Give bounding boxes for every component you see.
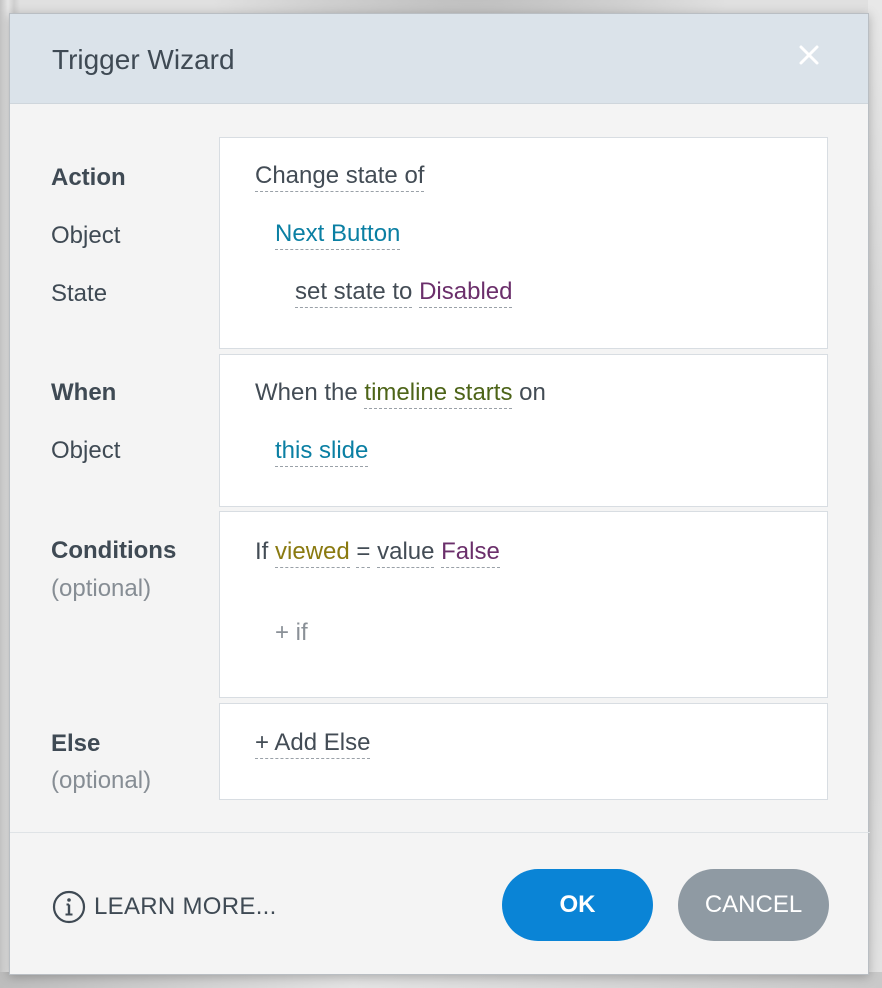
else-label: Else — [51, 730, 101, 757]
value-type-selector[interactable]: value — [377, 538, 435, 568]
action-selector[interactable]: Change state of — [255, 162, 425, 192]
background-edge-right — [868, 0, 882, 988]
when-object-selector[interactable]: this slide — [275, 437, 369, 467]
info-icon — [52, 890, 86, 924]
trigger-wizard-dialog: Trigger Wizard Action Object State Chang… — [9, 13, 870, 975]
when-object-label: Object — [51, 437, 121, 464]
when-box: When the timeline starts on this slide — [219, 354, 828, 507]
if-word: If — [255, 538, 269, 565]
dialog-title-bar: Trigger Wizard — [10, 14, 868, 104]
else-optional: (optional) — [51, 767, 152, 794]
variable-selector[interactable]: viewed — [275, 538, 350, 568]
close-icon[interactable] — [794, 40, 824, 70]
conditions-box: If viewed = value False + if — [219, 511, 828, 698]
action-box: Change state of Next Button set state to… — [219, 137, 828, 349]
conditions-optional: (optional) — [51, 575, 152, 602]
else-box: + Add Else — [219, 703, 828, 800]
conditions-label: Conditions — [51, 537, 177, 564]
when-prefix: When the — [255, 379, 358, 406]
state-prefix[interactable]: set state to — [295, 278, 413, 308]
object-selector[interactable]: Next Button — [275, 220, 401, 250]
when-label: When — [51, 379, 117, 406]
operator-selector[interactable]: = — [356, 538, 371, 568]
add-condition-link[interactable]: + if — [275, 619, 308, 647]
cancel-button[interactable]: CANCEL — [678, 869, 829, 941]
ok-button[interactable]: OK — [502, 869, 653, 941]
when-suffix: on — [519, 379, 546, 406]
dialog-title: Trigger Wizard — [52, 44, 235, 75]
state-label: State — [51, 280, 108, 307]
state-value-selector[interactable]: Disabled — [419, 278, 513, 308]
event-selector[interactable]: timeline starts — [364, 379, 513, 409]
action-label: Action — [51, 164, 126, 191]
learn-more-label: LEARN MORE... — [94, 893, 277, 920]
footer-divider — [10, 832, 870, 833]
condition-value-selector[interactable]: False — [441, 538, 500, 568]
object-label: Object — [51, 222, 121, 249]
add-else-link[interactable]: + Add Else — [255, 729, 371, 759]
learn-more-link[interactable]: LEARN MORE... — [52, 890, 277, 924]
